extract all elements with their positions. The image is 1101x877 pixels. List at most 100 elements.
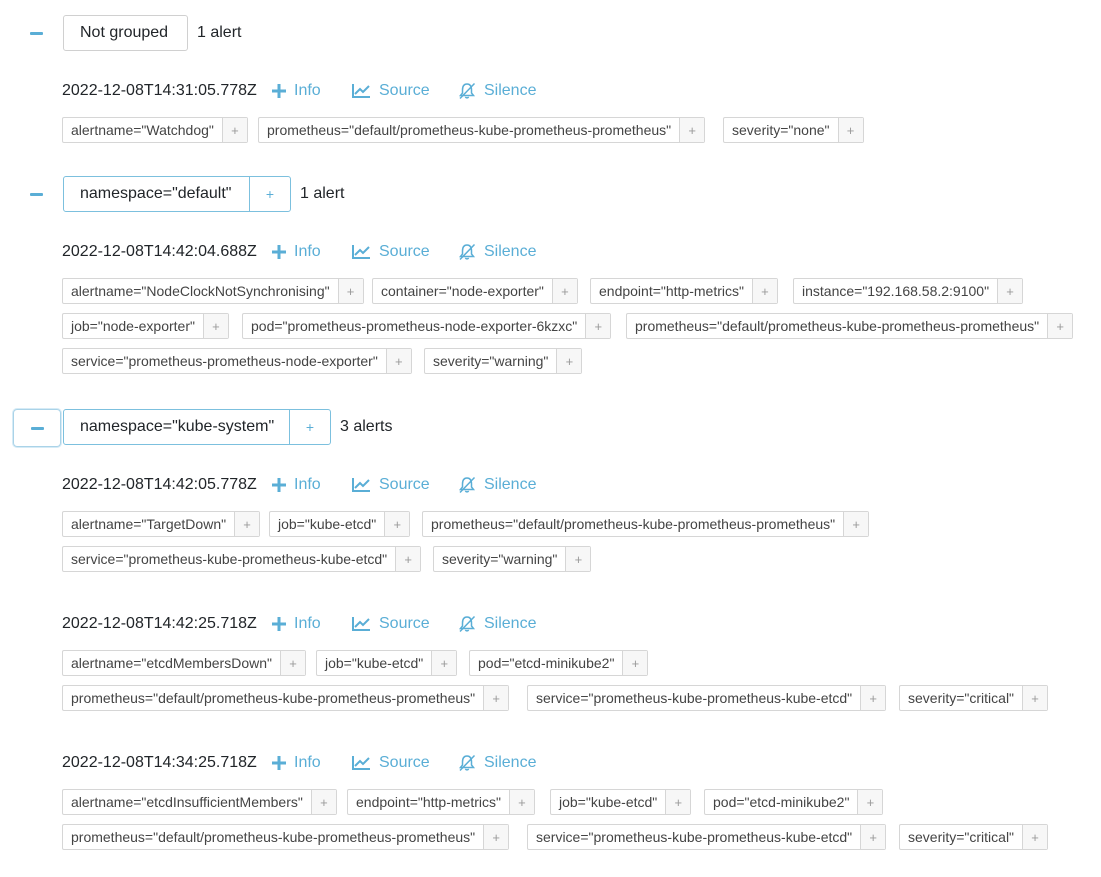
info-button[interactable]: Info (272, 754, 352, 772)
label-tag[interactable]: pod="etcd-minikube2" + (469, 650, 649, 676)
label-tag[interactable]: severity="warning" + (433, 546, 592, 572)
add-filter-button[interactable]: + (997, 279, 1023, 303)
add-filter-button[interactable]: + (483, 825, 509, 849)
collapse-group-button[interactable] (13, 409, 61, 447)
source-link[interactable]: Source (352, 243, 458, 261)
collapse-group-button[interactable] (20, 15, 52, 51)
add-filter-button[interactable]: + (395, 547, 421, 571)
silence-button[interactable]: Silence (458, 754, 536, 772)
source-link[interactable]: Source (352, 615, 458, 633)
label-tag[interactable]: service="prometheus-kube-prometheus-kube… (62, 546, 422, 572)
info-label: Info (294, 754, 321, 771)
label-tag[interactable]: pod="prometheus-prometheus-node-exporter… (242, 313, 612, 339)
info-button[interactable]: Info (272, 82, 352, 100)
silence-label: Silence (484, 476, 537, 493)
group-header: namespace="default" + 1 alert (0, 176, 1101, 214)
add-filter-button[interactable]: + (665, 790, 691, 814)
source-label: Source (379, 476, 430, 493)
info-label: Info (294, 82, 321, 99)
add-filter-button[interactable]: + (431, 651, 457, 675)
info-button[interactable]: Info (272, 243, 352, 261)
add-filter-button[interactable]: + (860, 825, 886, 849)
add-filter-button[interactable]: + (202, 314, 228, 338)
silence-button[interactable]: Silence (458, 243, 536, 261)
label-tag[interactable]: instance="192.168.58.2:9100" + (793, 278, 1024, 304)
label-text: prometheus="default/prometheus-kube-prom… (635, 318, 1040, 334)
label-tag[interactable]: alertname="TargetDown" + (62, 511, 261, 537)
label-tag[interactable]: prometheus="default/prometheus-kube-prom… (62, 685, 510, 711)
label-tag[interactable]: alertname="NodeClockNotSynchronising" + (62, 278, 364, 304)
label-tag[interactable]: container="node-exporter" + (372, 278, 578, 304)
add-filter-button[interactable]: + (556, 349, 582, 373)
label-tag[interactable]: alertname="etcdInsufficientMembers" + (62, 789, 337, 815)
label-tag[interactable]: endpoint="http-metrics" + (590, 278, 778, 304)
add-filter-button[interactable]: + (1022, 825, 1048, 849)
label-tag[interactable]: prometheus="default/prometheus-kube-prom… (626, 313, 1074, 339)
add-filter-button[interactable]: + (337, 279, 363, 303)
add-filter-button[interactable]: + (1047, 314, 1073, 338)
add-filter-button[interactable]: + (508, 790, 534, 814)
label-tag[interactable]: alertname="etcdMembersDown" + (62, 650, 306, 676)
label-tag[interactable]: prometheus="default/prometheus-kube-prom… (258, 117, 706, 143)
label-tag[interactable]: prometheus="default/prometheus-kube-prom… (62, 824, 510, 850)
add-filter-button[interactable]: + (310, 790, 336, 814)
info-button[interactable]: Info (272, 615, 352, 633)
label-text: service="prometheus-kube-prometheus-kube… (71, 551, 388, 567)
collapse-group-button[interactable] (20, 176, 52, 212)
group-label[interactable]: namespace="default" (64, 177, 249, 211)
source-link[interactable]: Source (352, 82, 458, 100)
label-tag[interactable]: service="prometheus-prometheus-node-expo… (62, 348, 412, 374)
info-button[interactable]: Info (272, 476, 352, 494)
add-filter-button[interactable]: + (751, 279, 777, 303)
label-tag[interactable]: pod="etcd-minikube2" + (704, 789, 884, 815)
add-filter-button[interactable]: + (234, 512, 260, 536)
silence-button[interactable]: Silence (458, 82, 536, 100)
label-tag[interactable]: job="node-exporter" + (62, 313, 229, 339)
label-tag[interactable]: severity="warning" + (424, 348, 583, 374)
info-label: Info (294, 476, 321, 493)
label-tag[interactable]: service="prometheus-kube-prometheus-kube… (527, 824, 887, 850)
add-filter-button[interactable]: + (551, 279, 577, 303)
add-filter-button[interactable]: + (384, 512, 410, 536)
add-filter-button[interactable]: + (837, 118, 863, 142)
add-filter-button[interactable]: + (860, 686, 886, 710)
add-filter-button[interactable]: + (843, 512, 869, 536)
alert-header: 2022-12-08T14:42:04.688Z Info Source Sil… (62, 241, 536, 263)
label-tag[interactable]: severity="critical" + (899, 685, 1049, 711)
add-filter-button[interactable]: + (857, 790, 883, 814)
group-label-button[interactable]: namespace="kube-system" + (63, 409, 331, 445)
label-tag[interactable]: endpoint="http-metrics" + (347, 789, 535, 815)
add-filter-button[interactable]: + (385, 349, 411, 373)
source-label: Source (379, 82, 430, 99)
add-group-filter-button[interactable]: + (289, 410, 330, 444)
add-filter-button[interactable]: + (1022, 686, 1048, 710)
add-filter-button[interactable]: + (279, 651, 305, 675)
group-label-button[interactable]: Not grouped (63, 15, 188, 51)
source-label: Source (379, 615, 430, 632)
silence-button[interactable]: Silence (458, 615, 536, 633)
label-tag[interactable]: prometheus="default/prometheus-kube-prom… (422, 511, 870, 537)
label-tag[interactable]: alertname="Watchdog" + (62, 117, 248, 143)
add-filter-button[interactable]: + (622, 651, 648, 675)
label-tag[interactable]: job="kube-etcd" + (316, 650, 458, 676)
add-filter-button[interactable]: + (679, 118, 705, 142)
alert-timestamp: 2022-12-08T14:42:04.688Z (62, 243, 257, 260)
source-link[interactable]: Source (352, 476, 458, 494)
group-header: namespace="kube-system" + 3 alerts (0, 409, 1101, 447)
bell-slash-icon (458, 476, 476, 494)
label-tag[interactable]: severity="none" + (723, 117, 864, 143)
group-label[interactable]: namespace="kube-system" (64, 410, 289, 444)
group-label-button[interactable]: namespace="default" + (63, 176, 291, 212)
label-tag[interactable]: severity="critical" + (899, 824, 1049, 850)
add-group-filter-button[interactable]: + (249, 177, 290, 211)
label-tag[interactable]: job="kube-etcd" + (269, 511, 411, 537)
label-tag[interactable]: job="kube-etcd" + (550, 789, 692, 815)
source-link[interactable]: Source (352, 754, 458, 772)
label-tag[interactable]: service="prometheus-kube-prometheus-kube… (527, 685, 887, 711)
add-filter-button[interactable]: + (565, 547, 591, 571)
silence-button[interactable]: Silence (458, 476, 536, 494)
alert-header: 2022-12-08T14:34:25.718Z Info Source Sil… (62, 752, 536, 774)
add-filter-button[interactable]: + (483, 686, 509, 710)
add-filter-button[interactable]: + (585, 314, 611, 338)
add-filter-button[interactable]: + (221, 118, 247, 142)
